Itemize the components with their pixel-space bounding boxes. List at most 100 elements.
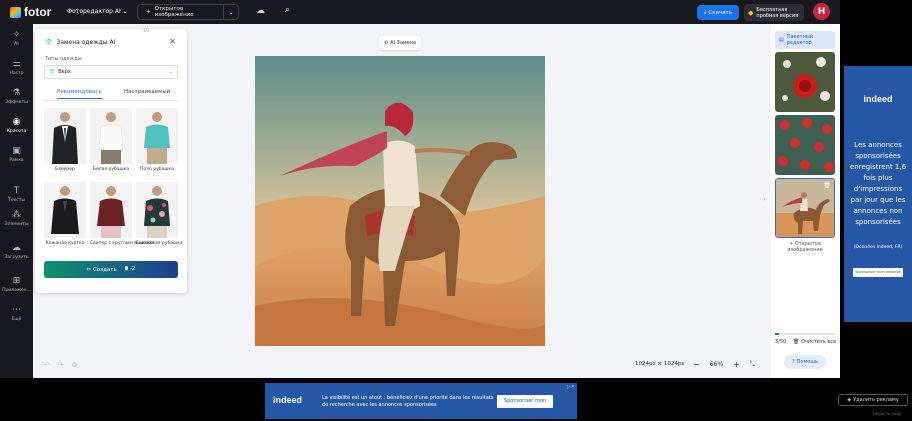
ad-cta-button[interactable]: Sponsoriser mon annonce — [853, 268, 903, 277]
zoom-out-icon[interactable]: − — [693, 360, 700, 369]
help-label: Помощь — [796, 359, 818, 365]
clothes-item-blazer[interactable]: Блейзер — [44, 108, 86, 172]
rose-pattern-image — [775, 115, 835, 175]
history-thumb-3-selected[interactable]: 🗑 — [775, 178, 835, 238]
download-button[interactable]: ⤓ Скачать — [697, 5, 739, 20]
rail-item-adjust[interactable]: ⚌ Настр — [0, 59, 33, 76]
history-icon[interactable]: ⊚ — [72, 361, 78, 369]
clothes-item-label: Кожаная куртка — [45, 241, 85, 246]
open-line-2: изображение — [787, 247, 823, 253]
rail-item-more[interactable]: ⋯ Ещё — [0, 305, 33, 322]
elements-icon: ⁂ — [12, 210, 21, 220]
rail-item-ai[interactable]: ✧ AI — [0, 30, 33, 47]
panel-handle[interactable]: 1/3 — [143, 28, 149, 33]
open-image-add[interactable]: + Открытое изображение — [775, 241, 835, 253]
blazer-thumb — [44, 108, 86, 164]
history-thumb-1[interactable] — [775, 52, 835, 112]
zoom-in-icon[interactable]: + — [733, 360, 740, 369]
open-image-dropdown[interactable]: ⌄ — [224, 9, 238, 16]
zoom-level[interactable]: 66% — [710, 361, 723, 368]
open-image-main[interactable]: + Открытое изображение — [138, 5, 224, 19]
batch-icon: ▤ — [779, 37, 784, 43]
undo-icon[interactable]: ↶ — [44, 361, 50, 369]
cloud-icon[interactable]: ☁ — [256, 6, 265, 16]
clothes-item-polo[interactable]: Поло рубашка — [136, 108, 178, 172]
batch-line-2: редактор — [786, 40, 812, 46]
avatar[interactable]: H — [813, 3, 830, 20]
download-label: Скачать — [708, 9, 733, 16]
batch-editor-button[interactable]: ▤ Пакетный редактор — [775, 31, 835, 49]
more-icon: ⋯ — [12, 305, 21, 315]
tab-custom[interactable]: Настраиваемый — [124, 89, 170, 95]
rail-item-frame[interactable]: ▣ Рамка — [0, 146, 33, 163]
credits-cost: -2 — [129, 266, 136, 272]
redo-icon[interactable]: ↷ — [58, 361, 64, 369]
ai-replace-chip[interactable]: ⟲ AI Замена — [379, 36, 421, 50]
free-trial-button[interactable]: ◆ Бесплатная пробная версия — [744, 4, 804, 21]
logo[interactable]: fotor — [10, 5, 51, 19]
ai-replace-label: AI Замена — [390, 40, 417, 46]
red-rose-image — [775, 52, 835, 112]
ad-cta-button[interactable]: Sponsoriser mon annonce — [497, 395, 553, 417]
hide-ad-link[interactable]: Закрыть ноду — [872, 411, 901, 416]
logo-text: fotor — [24, 5, 52, 19]
effects-icon: ⚗ — [12, 88, 21, 98]
clothes-item-white-shirt[interactable]: Белая рубашка — [90, 108, 132, 172]
panel-header: 👕 Замена одежды AI — [45, 39, 115, 46]
ad-close-icon[interactable]: ▷✕ — [567, 384, 575, 390]
remove-ad-button[interactable]: ◈ Удалить рекламу — [838, 394, 908, 406]
frame-icon: ▣ — [12, 146, 21, 156]
create-button[interactable]: ✂ Создать ⬮ -2 — [44, 261, 178, 278]
upload-progress-fill — [775, 333, 779, 335]
top-bar: fotor Фоторедактор AI ⌄ + Открытое изобр… — [0, 0, 840, 24]
plus-icon: + — [146, 9, 151, 15]
editor-select[interactable]: Фоторедактор AI ⌄ — [67, 8, 128, 15]
clothes-item-label: Блейзер — [55, 167, 75, 172]
clothes-item-leather-jacket[interactable]: Кожаная куртка — [44, 182, 86, 246]
ad-message: La visibilité est un atout : bénéficiez … — [322, 395, 494, 408]
crewneck-thumb — [90, 182, 132, 238]
rail-item-text[interactable]: T Тексты — [0, 186, 33, 203]
clothes-item-crewneck[interactable]: Свитер с круглым вырезом — [90, 182, 155, 246]
open-image-label: Открытое изображение — [154, 6, 194, 18]
trash-icon: 🗑 — [793, 339, 801, 345]
fit-screen-icon[interactable]: ⤡ — [750, 361, 755, 369]
zoom-controls: − 66% + ⤡ — [693, 360, 755, 369]
help-button[interactable]: ? Помощь — [784, 355, 826, 369]
adjust-icon: ⚌ — [12, 59, 21, 69]
rail-item-apps[interactable]: ⊞ Приложен... — [0, 276, 33, 293]
collapse-right-icon[interactable]: › — [763, 196, 765, 203]
rail-item-upload[interactable]: ☁ Загрузить — [0, 243, 33, 260]
canvas-size[interactable]: 1024px × 1024px — [635, 361, 685, 367]
white-shirt-thumb — [90, 108, 132, 164]
search-icon[interactable]: ⌕ — [285, 5, 290, 15]
editor-select-label: Фоторедактор AI — [67, 8, 121, 15]
clothes-item-hawaiian[interactable]: Гавайская рубашка — [136, 182, 183, 246]
ad-source: (Données Indeed, FR) — [853, 245, 903, 250]
tab-recommended[interactable]: Рекомендовать — [57, 89, 102, 99]
clothes-item-label: Свитер с круглым вырезом — [90, 241, 155, 246]
rail-item-elements[interactable]: ⁂ Элементы — [0, 210, 33, 227]
history-thumb-2[interactable] — [775, 115, 835, 175]
clear-all-label: Очистить все — [800, 339, 837, 345]
clear-all-button[interactable]: 🗑 Очистить все — [793, 339, 836, 345]
clothes-item-label: Белая рубашка — [92, 167, 130, 172]
beauty-icon: ◉ — [12, 117, 21, 127]
canvas-photo[interactable] — [255, 56, 545, 346]
batch-label: Пакетный редактор — [787, 34, 813, 46]
trash-icon[interactable]: 🗑 — [823, 182, 831, 189]
ad-banner-right[interactable]: indeed Les annonces sponsorisées enregis… — [844, 66, 912, 322]
open-image-button[interactable]: + Открытое изображение ⌄ — [137, 4, 239, 20]
clothing-type-select[interactable]: 👕 Верх ⌄ — [44, 65, 178, 79]
rail-item-effects[interactable]: ⚗ Эффекты — [0, 88, 33, 105]
ai-clothes-panel: 1/3 👕 Замена одежды AI ✕ Типы одежды 👕 В… — [35, 28, 187, 293]
apps-icon: ⊞ — [12, 276, 21, 286]
rail-item-beauty[interactable]: ◉ Красота — [0, 117, 33, 134]
ad-banner-bottom[interactable]: indeed La visibilité est un atout : béné… — [265, 383, 577, 419]
close-icon[interactable]: ✕ — [169, 37, 176, 46]
remove-ad-label: Удалить рекламу — [853, 397, 899, 403]
indeed-logo: indeed — [273, 395, 303, 405]
tool-rail: ✧ AI ⚌ Настр ⚗ Эффекты ◉ Красота ▣ Рамка T Тек… — [0, 24, 33, 378]
leather-jacket-thumb — [44, 182, 86, 238]
clothes-item-label: Гавайская рубашка — [136, 241, 183, 246]
